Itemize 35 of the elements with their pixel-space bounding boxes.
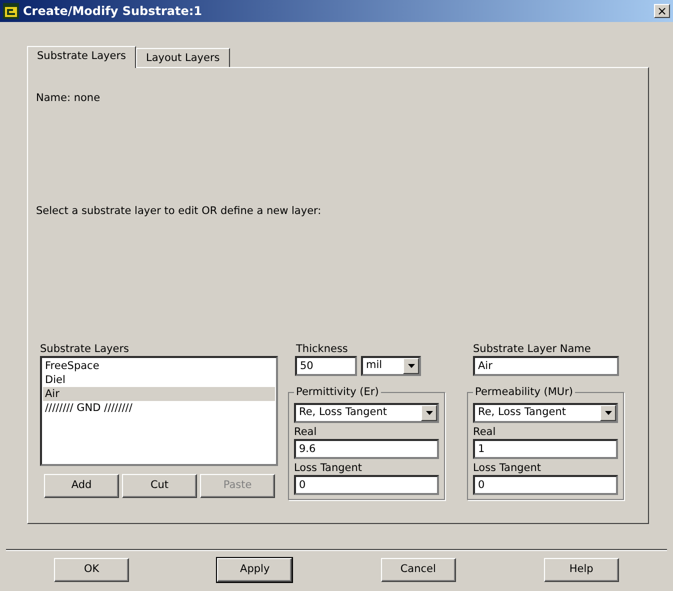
dropdown[interactable]: Re, Loss Tangent bbox=[294, 403, 439, 423]
list-item[interactable]: FreeSpace bbox=[43, 359, 275, 373]
field-label: Real bbox=[294, 426, 317, 439]
dialog-button[interactable]: Apply bbox=[217, 558, 292, 582]
dialog-button[interactable]: Help bbox=[544, 558, 619, 582]
instruction-text: Select a substrate layer to edit OR define a new layer: bbox=[36, 205, 322, 218]
tab[interactable]: Layout Layers bbox=[136, 48, 230, 67]
input-field[interactable]: Air bbox=[473, 356, 619, 376]
name-label: Name: none bbox=[36, 92, 100, 105]
field-label: Thickness bbox=[296, 343, 348, 356]
input-field[interactable]: 1 bbox=[473, 439, 618, 459]
tab[interactable]: Substrate Layers bbox=[27, 46, 136, 68]
group-title: Permeability (MUr) bbox=[473, 386, 576, 399]
dropdown[interactable]: Re, Loss Tangent bbox=[473, 403, 618, 423]
list-item[interactable]: //////// GND //////// bbox=[43, 401, 275, 415]
field-label: Real bbox=[473, 426, 496, 439]
dialog-button[interactable]: Cancel bbox=[380, 558, 456, 582]
group-title: Permittivity (Er) bbox=[294, 386, 381, 399]
field-label: Substrate Layer Name bbox=[473, 343, 591, 356]
dropdown[interactable]: mil bbox=[361, 356, 421, 376]
dialog-button[interactable]: OK bbox=[54, 558, 130, 582]
list-item[interactable]: Air bbox=[43, 387, 275, 401]
list-button[interactable]: Cut bbox=[122, 474, 197, 498]
window-title: Create/Modify Substrate:1 bbox=[23, 3, 204, 20]
list-label: Substrate Layers bbox=[40, 343, 129, 356]
field-label: Loss Tangent bbox=[473, 462, 542, 475]
input-field[interactable]: 0 bbox=[473, 475, 618, 495]
close-button[interactable]: × bbox=[654, 4, 670, 18]
app-icon bbox=[3, 3, 19, 19]
field-label: Loss Tangent bbox=[294, 462, 362, 475]
list-button[interactable]: Add bbox=[44, 474, 119, 498]
input-field[interactable]: 50 bbox=[295, 356, 357, 376]
list-item[interactable]: Diel bbox=[43, 373, 275, 387]
input-field[interactable]: 9.6 bbox=[294, 439, 439, 459]
input-field[interactable]: 0 bbox=[294, 475, 439, 495]
